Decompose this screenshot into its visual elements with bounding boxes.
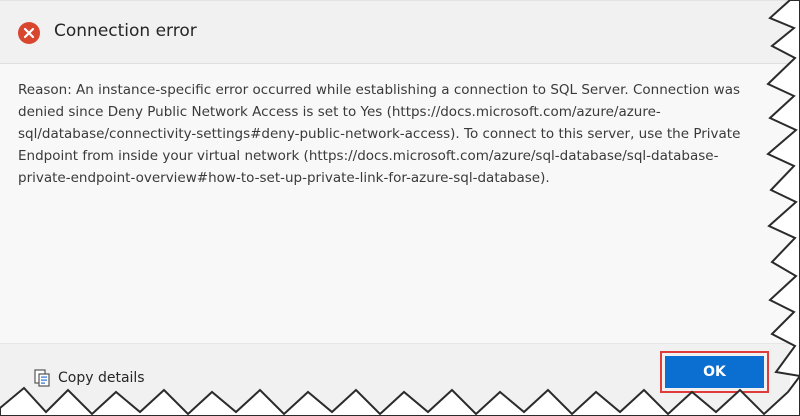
dialog-title: Connection error (54, 21, 197, 41)
copy-details-label: Copy details (58, 370, 145, 386)
copy-clipboard-icon (34, 369, 50, 387)
error-message-line: denied since Deny Public Network Access … (18, 104, 661, 120)
ok-button[interactable]: OK (665, 356, 764, 388)
connection-error-dialog: Connection error Reason: An instance-spe… (0, 0, 790, 410)
error-message-line: Endpoint from inside your virtual networ… (18, 148, 719, 164)
screenshot-frame: Connection error Reason: An instance-spe… (0, 0, 800, 416)
error-message-line: sql/database/connectivity-settings#deny-… (18, 126, 741, 142)
error-message-line: private-endpoint-overview#how-to-set-up-… (18, 170, 550, 186)
error-circle-icon (18, 22, 40, 44)
error-message-line: Reason: An instance-specific error occur… (18, 82, 741, 98)
error-message: Reason: An instance-specific error occur… (18, 79, 770, 189)
copy-details-button[interactable]: Copy details (32, 368, 145, 388)
